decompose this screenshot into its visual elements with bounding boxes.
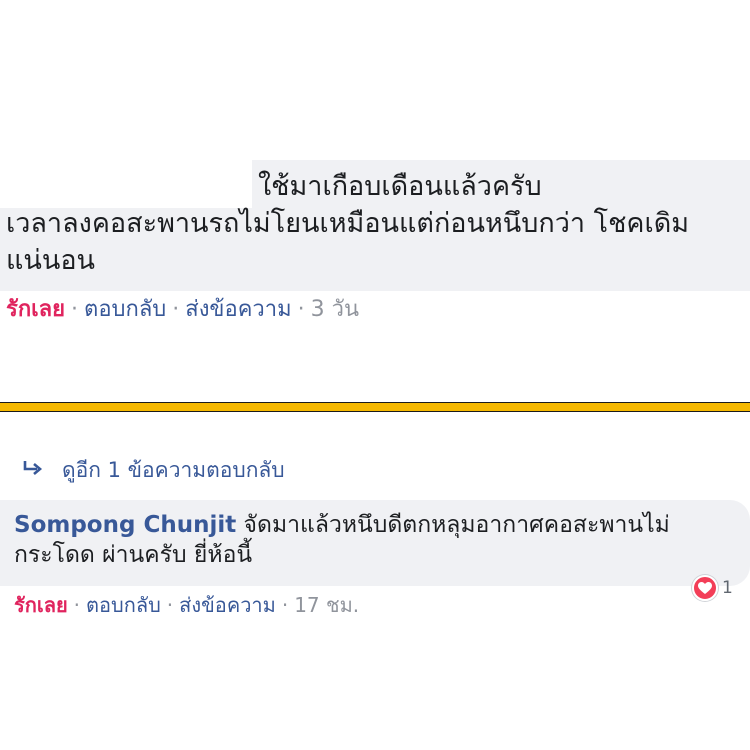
- divider-bar: [0, 402, 750, 412]
- separator-dot: ·: [73, 593, 81, 617]
- comment-line: แน่นอน: [6, 245, 95, 276]
- timestamp[interactable]: 3 วัน: [311, 297, 359, 322]
- love-reaction-link[interactable]: รักเลย: [6, 297, 65, 322]
- separator-dot: ·: [297, 297, 305, 322]
- reaction-summary[interactable]: 1: [692, 575, 733, 601]
- separator-dot: ·: [281, 593, 289, 617]
- separator-dot: ·: [172, 297, 180, 322]
- comment-actions: รักเลย · ตอบกลับ · ส่งข้อความ · 17 ชม.: [14, 590, 359, 620]
- see-more-label: ดูอีก 1 ข้อความตอบกลับ: [62, 458, 285, 482]
- reply-link[interactable]: ตอบกลับ: [84, 297, 166, 322]
- comment-text: Sompong Chunjit จัดมาแล้วหนึบดีตกหลุมอาก…: [14, 510, 744, 570]
- heart-icon: [692, 575, 718, 601]
- reply-arrow-icon: [22, 455, 48, 485]
- send-message-link[interactable]: ส่งข้อความ: [185, 297, 291, 322]
- separator-dot: ·: [71, 297, 79, 322]
- love-reaction-link[interactable]: รักเลย: [14, 593, 68, 617]
- separator-dot: ·: [166, 593, 174, 617]
- timestamp[interactable]: 17 ชม.: [294, 593, 359, 617]
- comment-actions: รักเลย · ตอบกลับ · ส่งข้อความ · 3 วัน: [6, 294, 359, 326]
- send-message-link[interactable]: ส่งข้อความ: [179, 593, 276, 617]
- see-more-replies-link[interactable]: ดูอีก 1 ข้อความตอบกลับ: [22, 455, 285, 485]
- comment-line: ใช้มาเกือบเดือนแล้วครับ: [258, 171, 542, 202]
- reply-link[interactable]: ตอบกลับ: [86, 593, 161, 617]
- reaction-count: 1: [722, 578, 733, 598]
- comment-line: เวลาลงคอสะพานรถไม่โยนเหมือนแต่ก่อนหนึบกว…: [6, 208, 690, 239]
- comment-author[interactable]: Sompong Chunjit: [14, 512, 236, 538]
- comment-text: ใช้มาเกือบเดือนแล้วครับ เวลาลงคอสะพานรถไ…: [6, 168, 750, 279]
